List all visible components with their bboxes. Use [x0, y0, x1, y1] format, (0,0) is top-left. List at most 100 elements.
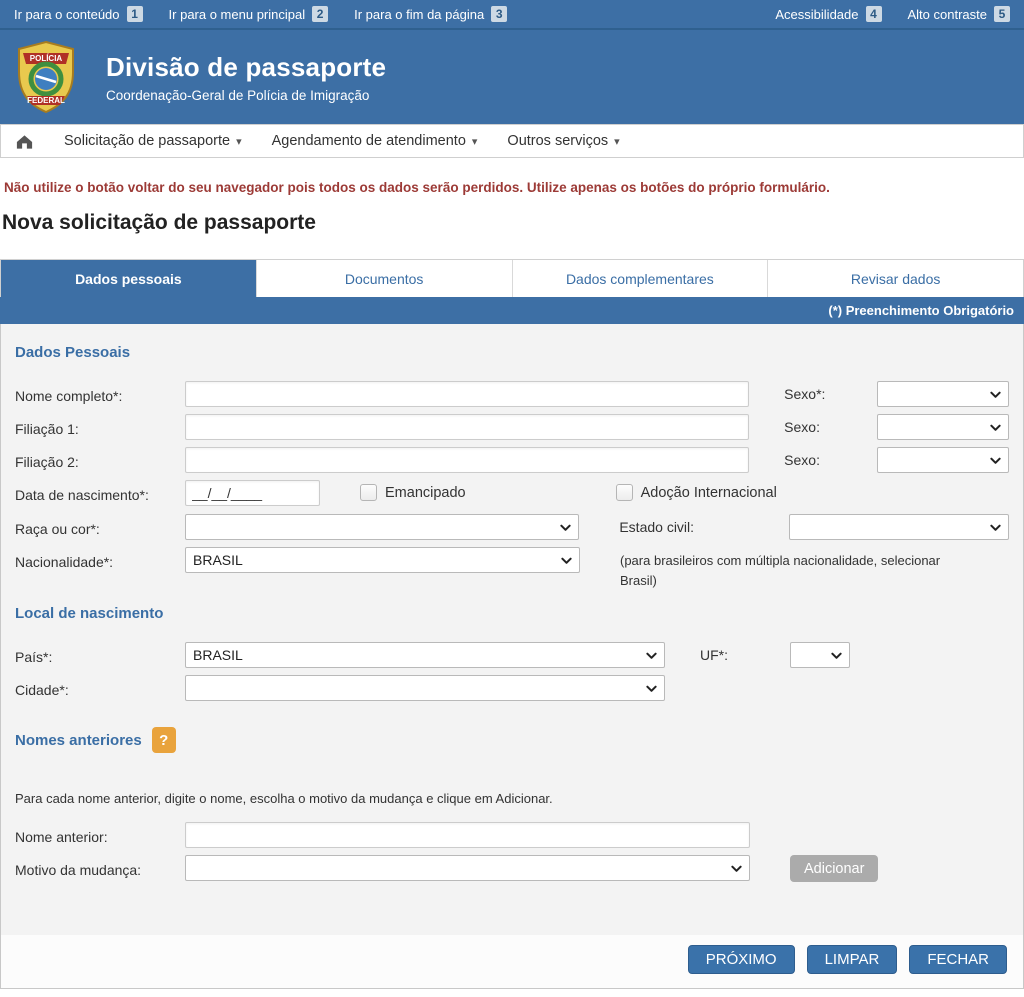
- nome-completo-input[interactable]: [185, 381, 749, 407]
- row-filiacao2: Filiação 2: Sexo:: [15, 447, 1009, 473]
- proximo-button[interactable]: PRÓXIMO: [688, 945, 795, 974]
- adocao-internacional-checkbox[interactable]: [616, 484, 633, 501]
- adicionar-button[interactable]: Adicionar: [790, 855, 878, 882]
- skip-to-menu-link[interactable]: Ir para o menu principal 2: [169, 6, 329, 22]
- skip-to-footer-label: Ir para o fim da página: [354, 7, 484, 22]
- question-mark-icon: ?: [159, 732, 168, 749]
- row-raca: Raça ou cor*: Estado civil:: [15, 514, 1009, 540]
- skip-to-footer-link[interactable]: Ir para o fim da página 3: [354, 6, 507, 22]
- select-value: BRASIL: [193, 552, 243, 568]
- nome-anterior-input[interactable]: [185, 822, 750, 848]
- tab-dados-complementares[interactable]: Dados complementares: [512, 260, 768, 297]
- menu-item-label: Solicitação de passaporte: [64, 133, 230, 149]
- accessibility-bar: Ir para o conteúdo 1 Ir para o menu prin…: [0, 0, 1024, 30]
- data-nascimento-input[interactable]: [185, 480, 320, 506]
- chevron-down-icon: ▾: [472, 135, 478, 148]
- home-button[interactable]: [15, 133, 34, 150]
- main-menu: Solicitação de passaporte ▾ Agendamento …: [0, 124, 1024, 158]
- chevron-down-icon: [560, 524, 571, 532]
- select-value: BRASIL: [193, 647, 243, 663]
- home-icon: [15, 133, 34, 150]
- fechar-button[interactable]: FECHAR: [909, 945, 1007, 974]
- chevron-down-icon: [561, 557, 572, 565]
- sexo3-label: Sexo:: [784, 447, 877, 468]
- sexo2-label: Sexo:: [784, 414, 877, 435]
- skip-to-content-label: Ir para o conteúdo: [14, 7, 120, 22]
- chevron-down-icon: [990, 457, 1001, 465]
- filiacao2-label: Filiação 2:: [15, 447, 185, 472]
- adocao-internacional-label: Adoção Internacional: [641, 480, 777, 501]
- tab-revisar-dados[interactable]: Revisar dados: [767, 260, 1023, 297]
- nacionalidade-label: Nacionalidade*:: [15, 547, 185, 572]
- limpar-button[interactable]: LIMPAR: [807, 945, 898, 974]
- chevron-down-icon: ▾: [236, 135, 242, 148]
- uf-label: UF*:: [700, 642, 790, 663]
- emancipado-checkbox[interactable]: [360, 484, 377, 501]
- estado-civil-label: Estado civil:: [619, 514, 789, 535]
- app-title: Divisão de passaporte: [106, 52, 386, 83]
- accessibility-links-left: Ir para o conteúdo 1 Ir para o menu prin…: [14, 6, 507, 22]
- tab-documentos[interactable]: Documentos: [256, 260, 512, 297]
- row-cidade: Cidade*:: [15, 675, 1009, 701]
- sexo2-select[interactable]: [877, 414, 1009, 440]
- shortcut-badge: 2: [312, 6, 328, 22]
- skip-to-content-link[interactable]: Ir para o conteúdo 1: [14, 6, 143, 22]
- nacionalidade-select[interactable]: BRASIL: [185, 547, 580, 573]
- section-local-nascimento: Local de nascimento: [15, 605, 1009, 622]
- menu-item-solicitacao[interactable]: Solicitação de passaporte ▾: [64, 133, 242, 149]
- raca-select[interactable]: [185, 514, 579, 540]
- row-filiacao1: Filiação 1: Sexo:: [15, 414, 1009, 440]
- tab-label: Revisar dados: [851, 271, 941, 287]
- nome-anterior-label: Nome anterior:: [15, 822, 185, 847]
- raca-label: Raça ou cor*:: [15, 514, 185, 539]
- required-fields-bar: (*) Preenchimento Obrigatório: [0, 297, 1024, 324]
- policia-federal-logo: POLÍCIA FEDERAL: [14, 40, 78, 114]
- high-contrast-link[interactable]: Alto contraste 5: [908, 6, 1011, 22]
- chevron-down-icon: [990, 524, 1001, 532]
- chevron-down-icon: ▾: [614, 135, 620, 148]
- back-button-warning: Não utilize o botão voltar do seu navega…: [4, 180, 1020, 195]
- form-tabs: Dados pessoais Documentos Dados compleme…: [0, 259, 1024, 297]
- chevron-down-icon: [831, 652, 842, 660]
- tab-label: Dados pessoais: [75, 271, 182, 287]
- help-button[interactable]: ?: [152, 727, 176, 753]
- shortcut-badge: 4: [866, 6, 882, 22]
- shortcut-badge: 1: [127, 6, 143, 22]
- row-motivo-mudanca: Motivo da mudança: Adicionar: [15, 855, 1009, 882]
- filiacao1-label: Filiação 1:: [15, 414, 185, 439]
- cidade-select[interactable]: [185, 675, 665, 701]
- row-data-nascimento: Data de nascimento*: Emancipado Adoção I…: [15, 480, 1009, 506]
- skip-to-menu-label: Ir para o menu principal: [169, 7, 306, 22]
- nomes-anteriores-title: Nomes anteriores: [15, 732, 142, 749]
- sexo3-select[interactable]: [877, 447, 1009, 473]
- filiacao1-input[interactable]: [185, 414, 749, 440]
- section-nomes-anteriores: Nomes anteriores ?: [15, 727, 1009, 753]
- tab-label: Documentos: [345, 271, 424, 287]
- row-nacionalidade: Nacionalidade*: BRASIL (para brasileiros…: [15, 547, 1009, 591]
- page-header: POLÍCIA FEDERAL Divisão de passaporte Co…: [0, 30, 1024, 124]
- section-dados-pessoais: Dados Pessoais: [15, 344, 1009, 361]
- uf-select[interactable]: [790, 642, 850, 668]
- shortcut-badge: 5: [994, 6, 1010, 22]
- shortcut-badge: 3: [491, 6, 507, 22]
- accessibility-link[interactable]: Acessibilidade 4: [775, 6, 881, 22]
- nomes-anteriores-hint: Para cada nome anterior, digite o nome, …: [15, 791, 1009, 806]
- chevron-down-icon: [990, 424, 1001, 432]
- menu-item-label: Outros serviços: [507, 133, 608, 149]
- filiacao2-input[interactable]: [185, 447, 749, 473]
- sexo1-select[interactable]: [877, 381, 1009, 407]
- required-note: (*) Preenchimento Obrigatório: [828, 303, 1014, 318]
- motivo-mudanca-select[interactable]: [185, 855, 750, 881]
- tab-dados-pessoais[interactable]: Dados pessoais: [1, 260, 256, 297]
- sexo1-label: Sexo*:: [784, 381, 877, 402]
- high-contrast-label: Alto contraste: [908, 7, 988, 22]
- menu-item-outros[interactable]: Outros serviços ▾: [507, 133, 619, 149]
- pais-select[interactable]: BRASIL: [185, 642, 665, 668]
- menu-item-agendamento[interactable]: Agendamento de atendimento ▾: [272, 133, 478, 149]
- row-nome-completo: Nome completo*: Sexo*:: [15, 381, 1009, 407]
- accessibility-label: Acessibilidade: [775, 7, 858, 22]
- row-pais: País*: BRASIL UF*:: [15, 642, 1009, 668]
- accessibility-links-right: Acessibilidade 4 Alto contraste 5: [775, 6, 1010, 22]
- emancipado-label: Emancipado: [385, 480, 466, 501]
- estado-civil-select[interactable]: [789, 514, 1009, 540]
